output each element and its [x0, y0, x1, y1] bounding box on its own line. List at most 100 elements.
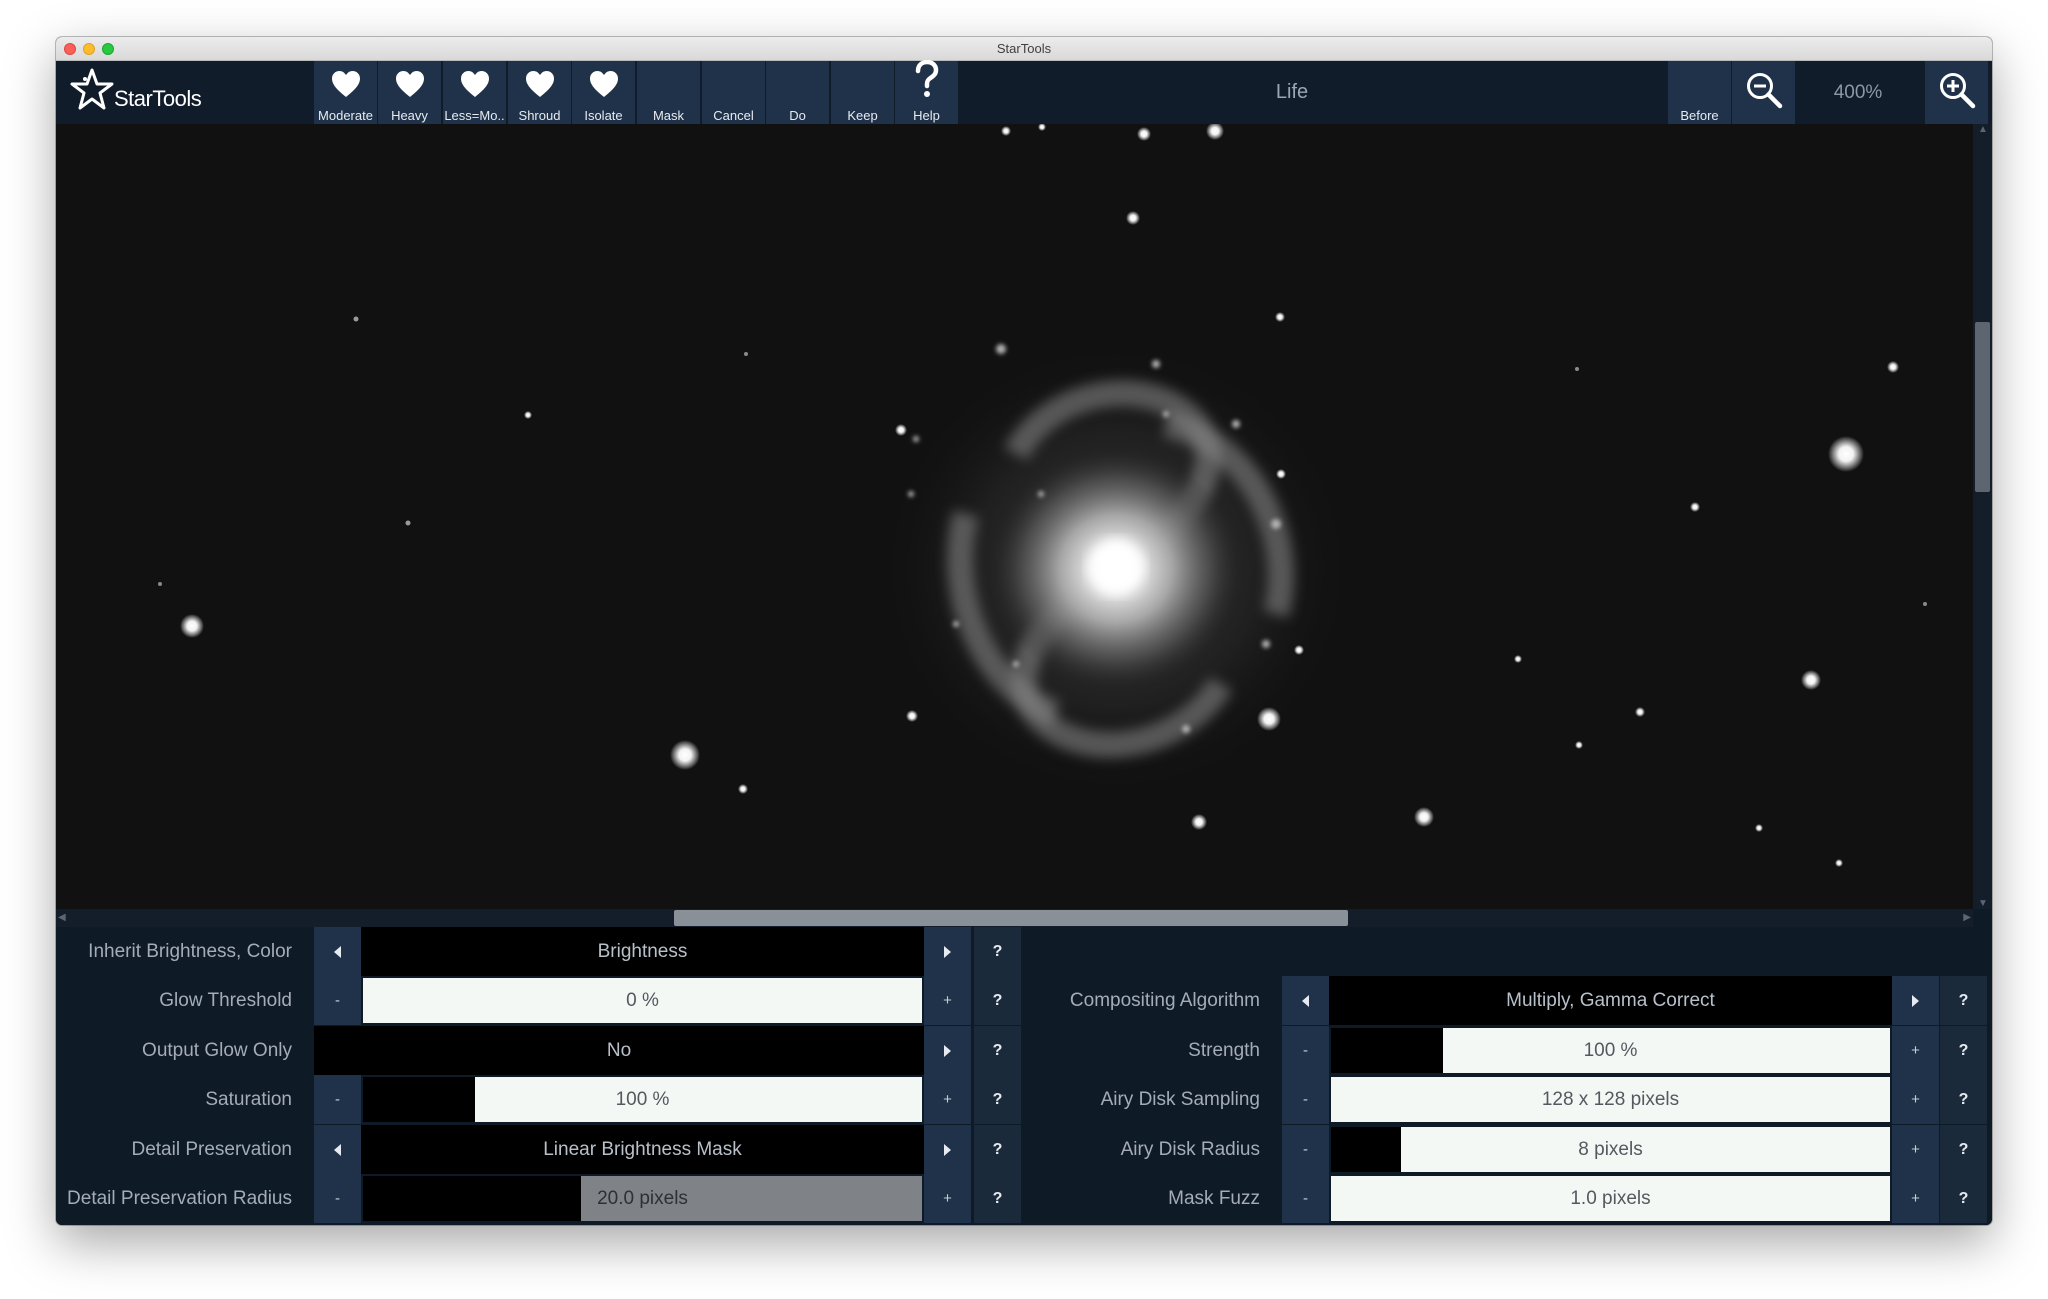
window-title: StarTools [996, 41, 1052, 56]
param-select-compositing-algorithm[interactable]: Multiply, Gamma Correct [1329, 976, 1892, 1025]
arrow-left-icon [1302, 995, 1309, 1008]
maximize-window-button[interactable] [102, 43, 114, 55]
arrow-right-icon [944, 946, 951, 959]
decrease-button[interactable]: - [1282, 1075, 1329, 1124]
app-logo-text: StarTools [114, 86, 202, 111]
param-slider-airy-disk-radius[interactable]: 8 pixels [1331, 1127, 1890, 1172]
param-row-airy-disk-radius: Airy Disk Radius - 8 pixels +? [56, 1125, 1992, 1174]
param-value: Multiply, Gamma Correct [1506, 990, 1715, 1011]
preset-shroud-button[interactable]: Shroud [508, 61, 571, 124]
scroll-down-arrow-icon[interactable]: ▼ [1978, 898, 1988, 909]
mask-label: Mask [652, 108, 685, 123]
param-slider-airy-disk-sampling[interactable]: 128 x 128 pixels [1331, 1077, 1890, 1122]
preset-heavy-button[interactable]: Heavy [378, 61, 441, 124]
minimize-window-button[interactable] [83, 43, 95, 55]
param-value: 1.0 pixels [1570, 1188, 1651, 1209]
increase-button[interactable]: + [1892, 1125, 1939, 1174]
preset-less-more-button[interactable]: Less=Mo.. [443, 61, 506, 124]
heart-icon [314, 67, 377, 101]
preset-moderate-button[interactable]: Moderate [314, 61, 377, 124]
preset-isolate-label: Isolate [584, 108, 623, 123]
vertical-scrollbar[interactable]: ▲ ▼ [1973, 124, 1992, 909]
arrow-right-icon [1912, 995, 1919, 1008]
param-slider-strength[interactable]: 100 % [1331, 1028, 1890, 1073]
param-help-button[interactable]: ? [1940, 1174, 1987, 1223]
horizontal-scrollbar[interactable]: ◀ ▶ [56, 909, 1973, 927]
param-value: 100 % [1583, 1040, 1638, 1061]
decrease-button[interactable]: - [1282, 1125, 1329, 1174]
scroll-up-arrow-icon[interactable]: ▲ [1978, 124, 1988, 135]
title-bar[interactable]: StarTools [56, 37, 1992, 61]
heart-icon [443, 67, 506, 101]
question-icon [895, 60, 958, 97]
heart-icon [508, 67, 571, 101]
zoom-in-button[interactable] [1925, 61, 1988, 124]
startools-window: StarTools StarTools Moderate Heavy Less=… [56, 37, 1992, 1225]
help-button[interactable]: Help [895, 60, 958, 124]
heart-icon [572, 67, 635, 101]
help-label: Help [913, 108, 940, 123]
star-logo-icon [70, 68, 114, 110]
decrease-button[interactable]: - [1282, 1026, 1329, 1075]
param-help-button[interactable]: ? [1940, 976, 1987, 1025]
before-button[interactable]: Before [1668, 61, 1731, 124]
decrease-button[interactable]: - [1282, 1174, 1329, 1223]
param-help-button[interactable]: ? [1940, 1075, 1987, 1124]
param-label: Strength [1188, 1040, 1260, 1061]
do-button[interactable]: Do [766, 61, 829, 124]
zoom-out-button[interactable] [1732, 61, 1795, 124]
param-help-button[interactable]: ? [1940, 1026, 1987, 1075]
param-slider-mask-fuzz[interactable]: 1.0 pixels [1331, 1176, 1890, 1221]
galaxy-image [56, 124, 1973, 909]
increase-button[interactable]: + [1892, 1075, 1939, 1124]
param-label: Compositing Algorithm [1069, 990, 1260, 1011]
zoom-level: 400% [1833, 82, 1883, 103]
param-value: Brightness [597, 941, 688, 962]
param-row-inherit-brightness-color: Inherit Brightness, Color Brightness? [56, 927, 1992, 976]
close-window-button[interactable] [64, 43, 76, 55]
keep-label: Keep [847, 108, 878, 123]
next-option-button[interactable] [924, 927, 971, 976]
param-help-button[interactable]: ? [974, 927, 1021, 976]
param-value: 8 pixels [1578, 1139, 1643, 1160]
cancel-label: Cancel [713, 108, 754, 123]
do-label: Do [789, 108, 806, 123]
keep-button[interactable]: Keep [831, 61, 894, 124]
image-viewport[interactable] [56, 124, 1973, 909]
preset-less-more-label: Less=Mo.. [444, 108, 505, 123]
cancel-button[interactable]: Cancel [702, 61, 765, 124]
heart-icon [378, 67, 441, 101]
param-row-strength: Strength - 100 % +? [56, 1026, 1992, 1075]
param-row-compositing-algorithm: Compositing Algorithm Multiply, Gamma Cor… [56, 976, 1992, 1025]
mask-button[interactable]: Mask [637, 61, 700, 124]
preset-isolate-button[interactable]: Isolate [572, 61, 635, 124]
parameter-panel: Inherit Brightness, Color Brightness? Glow… [56, 927, 1992, 1225]
scroll-right-arrow-icon[interactable]: ▶ [1963, 912, 1971, 923]
param-row-airy-disk-sampling: Airy Disk Sampling - 128 x 128 pixels +? [56, 1075, 1992, 1124]
arrow-left-icon [334, 946, 341, 959]
previous-option-button[interactable] [1282, 976, 1329, 1025]
param-row-mask-fuzz: Mask Fuzz - 1.0 pixels +? [56, 1174, 1992, 1223]
toolbar: StarTools Moderate Heavy Less=Mo.. Shrou… [56, 60, 1992, 124]
next-option-button[interactable] [1892, 976, 1939, 1025]
param-value: 128 x 128 pixels [1541, 1089, 1680, 1110]
app-logo: StarTools [70, 66, 250, 118]
increase-button[interactable]: + [1892, 1174, 1939, 1223]
horizontal-scroll-thumb[interactable] [674, 910, 1348, 926]
preset-moderate-label: Moderate [318, 108, 373, 123]
param-select-inherit-brightness-color[interactable]: Brightness [361, 927, 924, 976]
param-label: Inherit Brightness, Color [88, 941, 292, 962]
scroll-left-arrow-icon[interactable]: ◀ [58, 912, 66, 923]
param-label: Airy Disk Sampling [1100, 1089, 1260, 1110]
param-label: Mask Fuzz [1168, 1188, 1260, 1209]
previous-option-button[interactable] [314, 927, 361, 976]
zoom-out-icon [1732, 73, 1795, 109]
param-label: Airy Disk Radius [1120, 1139, 1260, 1160]
module-title: Life [1275, 81, 1309, 103]
preset-heavy-label: Heavy [391, 108, 428, 123]
preset-shroud-label: Shroud [518, 108, 561, 123]
vertical-scroll-thumb[interactable] [1975, 322, 1990, 492]
increase-button[interactable]: + [1892, 1026, 1939, 1075]
before-label: Before [1680, 108, 1719, 123]
param-help-button[interactable]: ? [1940, 1125, 1987, 1174]
